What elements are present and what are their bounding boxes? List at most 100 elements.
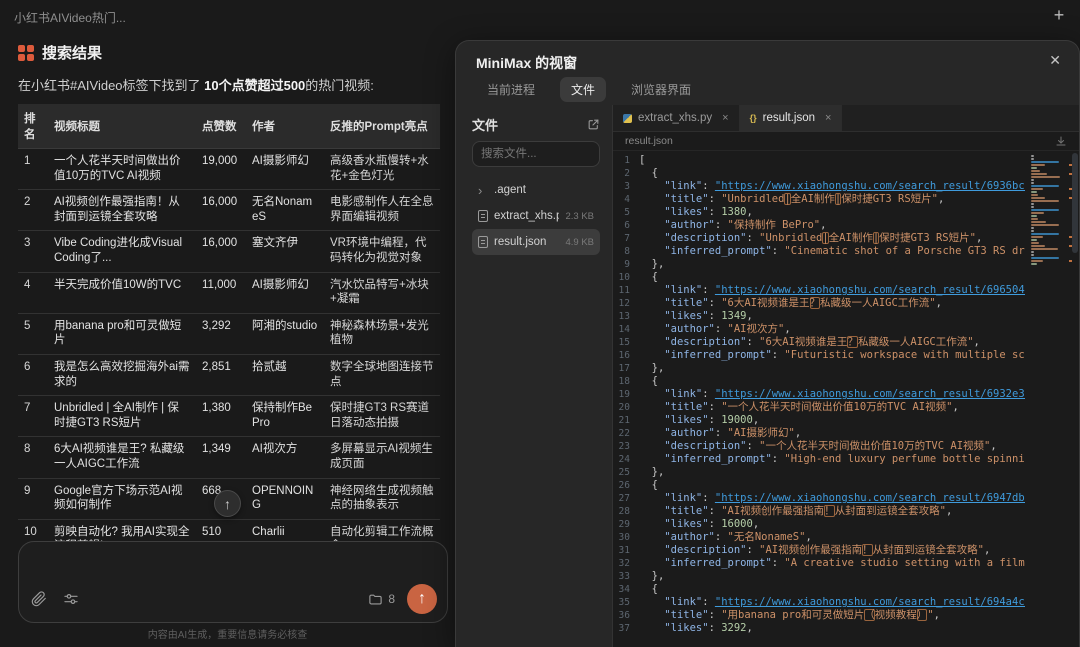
close-tab-icon[interactable]: ×: [722, 112, 728, 124]
file-size: 4.9 KB: [565, 237, 594, 248]
files-sidebar-header: 文件: [472, 113, 600, 135]
code-line: 28 "title": "AI视频创作最强指南！从封面到运镜全套攻略",: [613, 505, 1025, 518]
file-tree-item[interactable]: result.json 4.9 KB: [472, 229, 600, 255]
line-number: 37: [613, 622, 639, 635]
scroll-up-button[interactable]: ↑: [214, 490, 241, 517]
cell-prompt: 多屏幕显示AI视频生成页面: [324, 437, 440, 478]
cell-author: 无名NonameS: [246, 190, 324, 231]
editor-tab[interactable]: extract_xhs.py×: [613, 105, 740, 131]
close-icon[interactable]: ✕: [1049, 52, 1061, 69]
results-title: 搜索结果: [42, 42, 102, 63]
new-tab-button[interactable]: +: [1048, 4, 1070, 26]
code-editor: extract_xhs.py×{}result.json× result.jso…: [613, 105, 1079, 647]
cell-title: 半天完成价值10W的TVC: [48, 272, 196, 313]
panel-tabs: 当前进程文件浏览器界面: [456, 75, 1079, 103]
code-line: 22 "author": "AI摄影师幻",: [613, 427, 1025, 440]
code-line: 21 "likes": 19000,: [613, 414, 1025, 427]
cell-prompt: 神经网络生成视频触点的抽象表示: [324, 478, 440, 519]
line-number: 2: [613, 167, 639, 180]
conversation-tab[interactable]: 小红书AIVideo热门...: [14, 9, 126, 26]
file-name: result.json: [494, 236, 546, 248]
line-number: 33: [613, 570, 639, 583]
column-header: 点赞数: [196, 104, 246, 149]
file-search-input[interactable]: [472, 141, 600, 167]
composer: 8 ↑: [18, 541, 448, 623]
file-tree: ›.agentextract_xhs.py2.3 KB result.json 4.…: [472, 177, 600, 255]
code-line: 2 {: [613, 167, 1025, 180]
line-number: 3: [613, 180, 639, 193]
file-icon: [478, 236, 488, 248]
download-icon[interactable]: [1055, 135, 1067, 147]
cell-author: 阿湘的studio: [246, 313, 324, 354]
code-line: 19 "link": "https://www.xiaohongshu.com/…: [613, 388, 1025, 401]
code-line: 23 "description": "一个人花半天时间做出价值10万的TVC A…: [613, 440, 1025, 453]
file-size: 2.3 KB: [565, 211, 594, 222]
cell-title: Unbridled | 全AI制作 | 保时捷GT3 RS短片: [48, 396, 196, 437]
editor-tab[interactable]: {}result.json×: [740, 105, 843, 131]
cell-author: AI摄影师幻: [246, 149, 324, 190]
cell-prompt: 电影感制作人在全息界面编辑视频: [324, 190, 440, 231]
panel-tab-files[interactable]: 文件: [560, 77, 606, 102]
cell-likes: 1,349: [196, 437, 246, 478]
cell-prompt: 保时捷GT3 RS赛道日落动态拍摄: [324, 396, 440, 437]
panel-tab-current-process[interactable]: 当前进程: [476, 77, 546, 102]
chevron-right-icon: ›: [478, 184, 488, 197]
code-line: 9 },: [613, 258, 1025, 271]
code-line: 15 "description": "6大AI视频谁是王？私藏级一人AIGC工作…: [613, 336, 1025, 349]
panel-tab-browser[interactable]: 浏览器界面: [620, 77, 702, 102]
minimap[interactable]: [1031, 155, 1067, 266]
code-line: 1[: [613, 154, 1025, 167]
code-line: 29 "likes": 16000,: [613, 518, 1025, 531]
line-number: 15: [613, 336, 639, 349]
cell-author: AI摄影师幻: [246, 272, 324, 313]
code-line: 17 },: [613, 362, 1025, 375]
external-link-icon[interactable]: [587, 118, 600, 131]
cell-likes: 1,380: [196, 396, 246, 437]
cell-prompt: VR环境中编程，代码转化为视觉对象: [324, 231, 440, 272]
code-line: 32 "inferred_prompt": "A creative studio…: [613, 557, 1025, 570]
table-row: 2AI视频创作最强指南！从封面到运镜全套攻略16,000无名NonameS电影感…: [18, 190, 440, 231]
attachments-chip[interactable]: 8: [368, 592, 395, 607]
code-line: 37 "likes": 3292,: [613, 622, 1025, 635]
settings-sliders-button[interactable]: [61, 589, 81, 609]
line-number: 10: [613, 271, 639, 284]
message-input[interactable]: [31, 550, 435, 584]
file-tree-item[interactable]: ›.agent: [472, 177, 600, 203]
cell-likes: 19,000: [196, 149, 246, 190]
cell-rank: 9: [18, 478, 48, 519]
line-number: 6: [613, 219, 639, 232]
attach-button[interactable]: [29, 589, 49, 609]
cell-author: AI视次方: [246, 437, 324, 478]
line-number: 4: [613, 193, 639, 206]
code-line: 4 "title": "Unbridled|全AI制作|保时捷GT3 RS短片"…: [613, 193, 1025, 206]
panel-body: 文件 ›.agentextract_xhs.py2.3 KBresult.jso…: [456, 105, 1079, 647]
table-row: 4半天完成价值10W的TVC11,000AI摄影师幻汽水饮品特写+冰块+凝霜: [18, 272, 440, 313]
line-number: 1: [613, 154, 639, 167]
code-line: 11 "link": "https://www.xiaohongshu.com/…: [613, 284, 1025, 297]
code-line: 35 "link": "https://www.xiaohongshu.com/…: [613, 596, 1025, 609]
close-tab-icon[interactable]: ×: [825, 112, 831, 124]
intro-prefix: 在小红书#AIVideo标签下找到了: [18, 78, 204, 93]
results-section-header: 搜索结果: [18, 42, 455, 63]
cell-prompt: 汽水饮品特写+冰块+凝霜: [324, 272, 440, 313]
composer-toolbar: 8 ↑: [29, 584, 437, 614]
line-number: 25: [613, 466, 639, 479]
search-results-icon: [18, 45, 34, 61]
sliders-icon: [63, 591, 79, 607]
code-line: 34 {: [613, 583, 1025, 596]
code-line: 20 "title": "一个人花半天时间做出价值10万的TVC AI视频",: [613, 401, 1025, 414]
column-header: 排名: [18, 104, 48, 149]
line-number: 7: [613, 232, 639, 245]
send-button[interactable]: ↑: [407, 584, 437, 614]
cell-title: 用banana pro和可灵做短片: [48, 313, 196, 354]
code-line: 27 "link": "https://www.xiaohongshu.com/…: [613, 492, 1025, 505]
line-number: 26: [613, 479, 639, 492]
file-tree-item[interactable]: extract_xhs.py2.3 KB: [472, 203, 600, 229]
editor-scrollbar[interactable]: [1072, 153, 1078, 253]
editor-breadcrumb-bar: result.json: [613, 132, 1079, 151]
cell-rank: 2: [18, 190, 48, 231]
code-line: 13 "likes": 1349,: [613, 310, 1025, 323]
column-header: 反推的Prompt亮点: [324, 104, 440, 149]
line-number: 24: [613, 453, 639, 466]
line-number: 27: [613, 492, 639, 505]
